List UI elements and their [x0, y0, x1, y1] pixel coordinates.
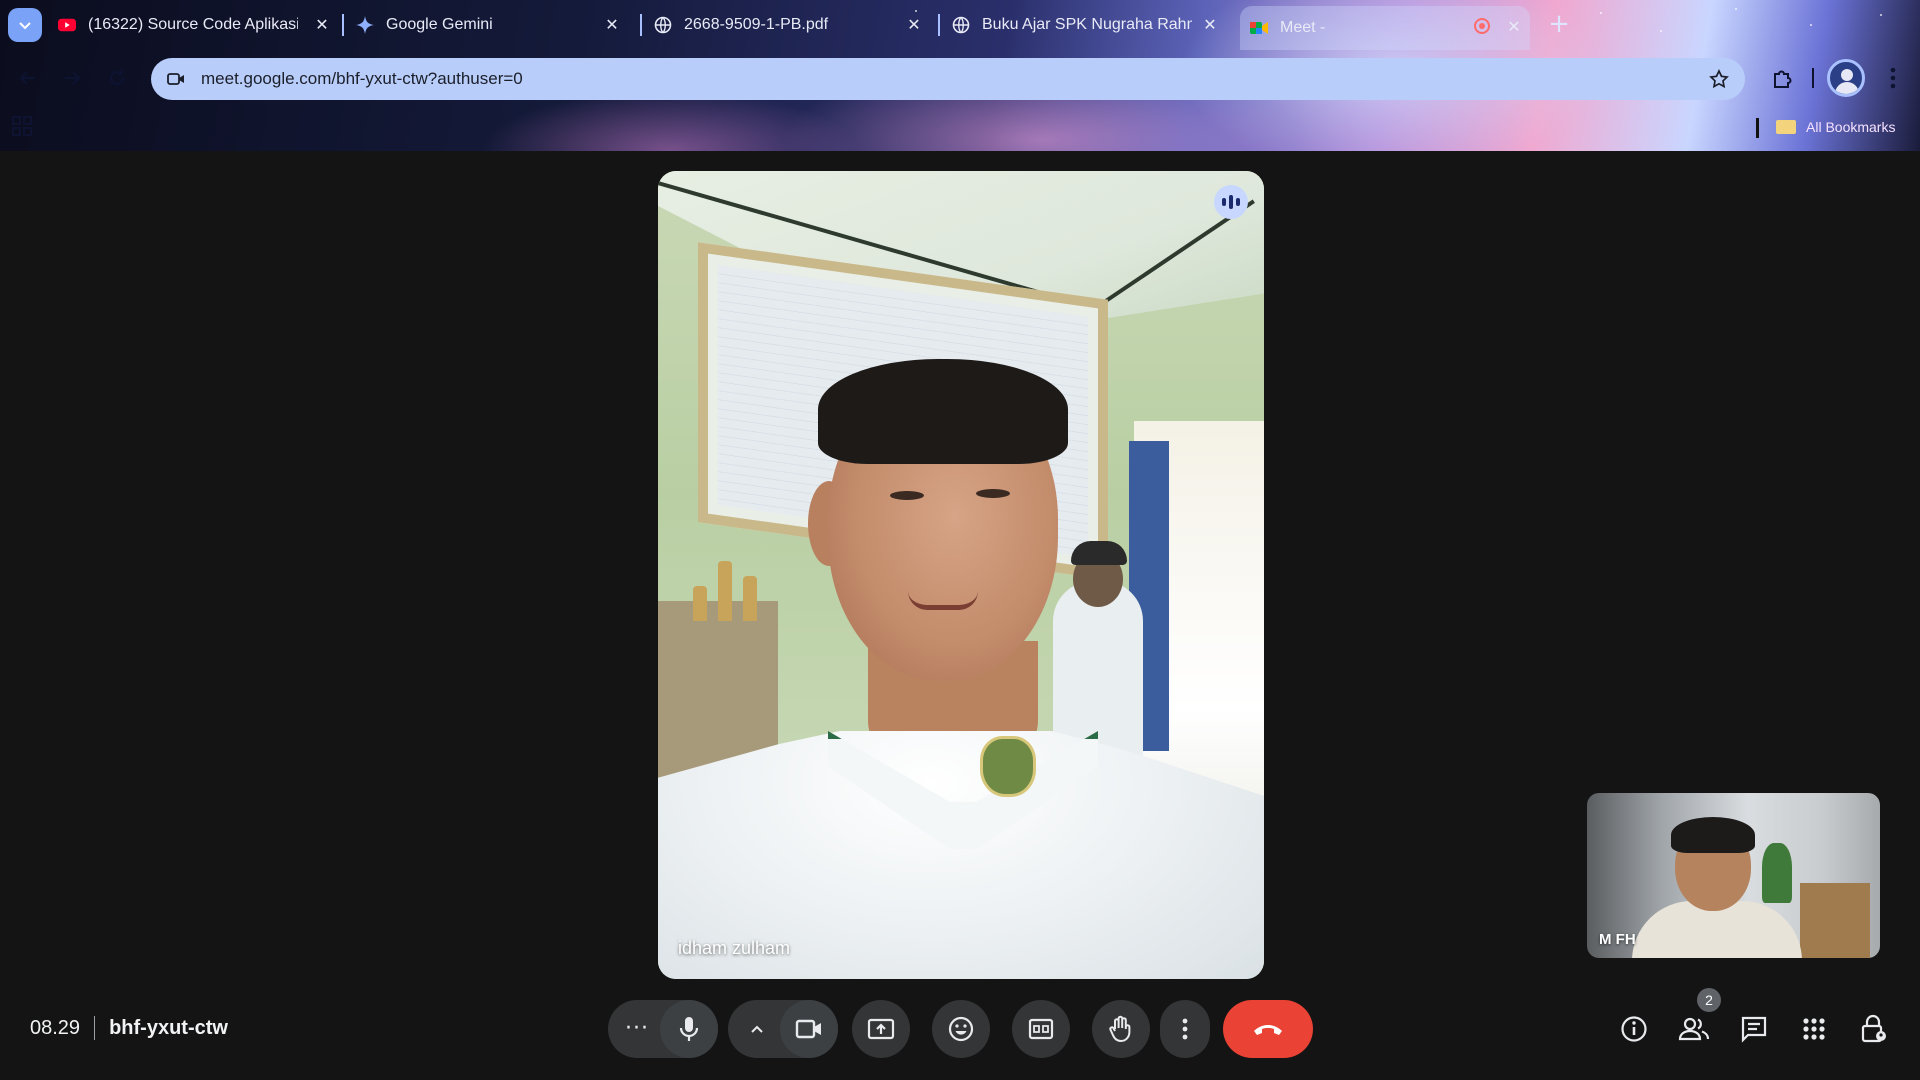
globe-icon	[654, 16, 672, 34]
tab-divider	[342, 14, 344, 36]
tab-pdf[interactable]: 2668-9509-1-PB.pdf ✕	[654, 8, 930, 42]
tab-title: Buku Ajar SPK Nugraha Rahman	[982, 16, 1192, 33]
participant-name: idham zulham	[678, 938, 791, 958]
browser-chrome: (16322) Source Code Aplikasi SI ✕ Google…	[0, 0, 1920, 151]
browser-toolbar	[0, 50, 1920, 106]
tab-strip: (16322) Source Code Aplikasi SI ✕ Google…	[0, 0, 1920, 50]
tab-youtube[interactable]: (16322) Source Code Aplikasi SI ✕	[58, 8, 338, 42]
speaking-indicator-icon	[1214, 185, 1248, 219]
back-button[interactable]	[12, 62, 44, 94]
meeting-info: 08.29 bhf-yxut-ctw	[30, 1016, 228, 1040]
toolbar-divider	[1812, 68, 1814, 88]
tab-title: (16322) Source Code Aplikasi SI	[88, 16, 298, 33]
chevron-up-icon	[751, 1025, 763, 1033]
globe-icon	[952, 16, 970, 34]
tab-divider	[938, 14, 940, 36]
close-icon[interactable]: ✕	[312, 15, 332, 35]
reload-button[interactable]	[101, 62, 133, 94]
phone-hangup-icon	[1254, 1025, 1282, 1035]
raise-hand-button[interactable]	[1092, 1000, 1150, 1058]
camera-button[interactable]	[780, 1000, 838, 1058]
youtube-icon	[58, 16, 76, 34]
activities-button[interactable]	[1798, 1013, 1830, 1045]
chevron-down-icon	[19, 22, 31, 30]
tab-title: Google Gemini	[386, 16, 493, 33]
forward-button[interactable]	[56, 62, 88, 94]
meeting-code: bhf-yxut-ctw	[109, 1016, 228, 1039]
meeting-details-button[interactable]	[1618, 1013, 1650, 1045]
arrow-left-icon	[19, 71, 35, 85]
close-icon[interactable]: ✕	[1504, 17, 1524, 37]
camera-options-button[interactable]	[728, 1000, 786, 1058]
extensions-button[interactable]	[1764, 60, 1800, 96]
avatar	[1827, 59, 1865, 97]
arrow-right-icon	[65, 71, 81, 85]
captions-button[interactable]	[1012, 1000, 1070, 1058]
people-button[interactable]	[1678, 1013, 1710, 1045]
grid-dots-icon	[1803, 1018, 1825, 1040]
present-screen-icon	[867, 1018, 895, 1040]
reactions-button[interactable]	[932, 1000, 990, 1058]
close-icon[interactable]: ✕	[1200, 15, 1220, 35]
kebab-menu-icon	[1890, 67, 1896, 89]
site-info-icon[interactable]	[165, 68, 187, 90]
host-controls-button[interactable]	[1858, 1013, 1890, 1045]
lock-person-icon	[1861, 1014, 1886, 1043]
tab-meet[interactable]: Meet - ✕	[1240, 6, 1530, 50]
microphone-icon	[679, 1017, 699, 1041]
profile-button[interactable]	[1826, 59, 1866, 97]
chat-icon	[1741, 1016, 1767, 1043]
address-bar[interactable]	[151, 58, 1745, 100]
self-participant-name: M FH	[1599, 931, 1636, 948]
bookmarks-divider	[1756, 118, 1759, 138]
meet-icon	[1250, 19, 1268, 37]
gemini-icon	[356, 16, 374, 34]
bookmark-star-icon[interactable]	[1707, 67, 1731, 91]
folder-icon	[1776, 120, 1796, 134]
tab-divider	[640, 14, 642, 36]
url-input[interactable]	[199, 68, 1603, 90]
emoji-icon	[948, 1016, 974, 1042]
more-actions-button[interactable]	[1160, 1000, 1210, 1058]
people-icon	[1678, 1017, 1710, 1041]
leave-call-button[interactable]	[1223, 1000, 1313, 1058]
apps-grid-icon[interactable]	[12, 116, 36, 140]
info-icon	[1621, 1016, 1647, 1042]
self-view-tile[interactable]: M FH	[1587, 793, 1880, 958]
all-bookmarks-label: All Bookmarks	[1806, 119, 1896, 135]
main-participant-tile[interactable]: idham zulham	[658, 171, 1264, 979]
recording-icon	[1474, 18, 1490, 34]
close-icon[interactable]: ✕	[904, 15, 924, 35]
tab-buku-ajar[interactable]: Buku Ajar SPK Nugraha Rahman ✕	[952, 8, 1226, 42]
captions-icon	[1028, 1018, 1054, 1040]
divider	[94, 1016, 96, 1040]
people-count-badge: 2	[1697, 988, 1721, 1012]
all-bookmarks-button[interactable]: All Bookmarks	[1776, 114, 1895, 140]
puzzle-icon	[1774, 70, 1792, 88]
present-screen-button[interactable]	[852, 1000, 910, 1058]
kebab-menu-icon	[1182, 1018, 1188, 1040]
more-horizontal-icon: ···	[625, 1016, 649, 1041]
new-tab-button[interactable]: +	[1546, 11, 1572, 38]
hand-icon	[1109, 1015, 1131, 1043]
meeting-time: 08.29	[30, 1016, 81, 1039]
microphone-button[interactable]	[660, 1000, 718, 1058]
reload-icon	[109, 70, 125, 86]
audio-options-button[interactable]: ···	[608, 1000, 666, 1058]
video-camera-icon	[795, 1019, 821, 1039]
tab-title: 2668-9509-1-PB.pdf	[684, 16, 829, 33]
microphone-button-inner	[660, 1000, 718, 1058]
participant-video	[658, 171, 1264, 979]
chat-button[interactable]	[1738, 1013, 1770, 1045]
tab-gemini[interactable]: Google Gemini ✕	[356, 8, 628, 42]
close-icon[interactable]: ✕	[602, 15, 622, 35]
camera-button-inner	[780, 1000, 838, 1058]
bookmarks-bar: All Bookmarks	[0, 106, 1920, 151]
browser-menu-button[interactable]	[1878, 60, 1908, 96]
tab-title: Meet -	[1280, 19, 1326, 36]
tab-search-button[interactable]	[8, 8, 42, 42]
